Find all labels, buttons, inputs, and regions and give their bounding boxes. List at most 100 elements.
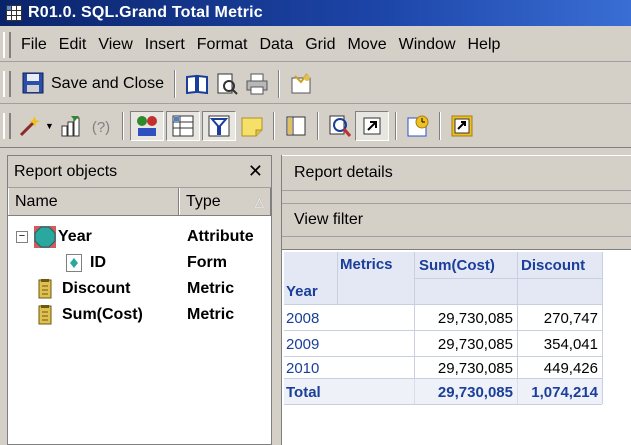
page-by-icon[interactable]: [284, 114, 308, 138]
panel-splitter[interactable]: [272, 155, 280, 445]
menu-data[interactable]: Data: [253, 36, 299, 54]
tree-item-label: Sum(Cost): [62, 306, 143, 323]
report-details-label: Report details: [294, 164, 393, 181]
report-objects-panel: Report objects ✕ Name Type △ − Year Attr…: [7, 155, 272, 445]
view-filter-toggle[interactable]: [201, 110, 236, 141]
cell-sum-cost: 29,730,085: [437, 309, 513, 327]
report-objects-icon: [171, 114, 195, 138]
metrics-header[interactable]: Metrics: [340, 254, 393, 274]
column-header-discount[interactable]: Discount: [521, 254, 585, 276]
column-header-sum-cost[interactable]: Sum(Cost): [419, 254, 495, 276]
menu-bar: File Edit View Insert Format Data Grid M…: [0, 28, 631, 62]
cell-discount: 449,426: [543, 359, 598, 377]
cell-sum-cost: 29,730,085: [437, 359, 513, 377]
tree-item-type: Form: [187, 254, 227, 271]
tree-item-label: Discount: [62, 280, 131, 297]
report-grid: Metrics Year Sum(Cost) Discount 2008 29,…: [282, 249, 631, 445]
row-label[interactable]: 2008: [286, 306, 319, 330]
name-column-header[interactable]: Name: [8, 188, 179, 215]
menu-edit[interactable]: Edit: [53, 36, 93, 54]
open-book-icon[interactable]: [185, 72, 209, 96]
save-and-close-button[interactable]: Save and Close: [15, 69, 168, 99]
schedule-icon[interactable]: [406, 114, 430, 138]
report-view-panel: Report details View filter Metrics Year …: [281, 155, 631, 445]
report-details-bar[interactable]: Report details: [282, 155, 631, 191]
report-objects-column-header: Name Type △: [8, 188, 271, 216]
toolbar-separator: [394, 111, 397, 140]
title-bar: R01.0. SQL.Grand Total Metric: [0, 0, 631, 26]
menu-window[interactable]: Window: [393, 36, 462, 54]
tree-item-sum-cost[interactable]: Sum(Cost) Metric: [38, 302, 271, 328]
row-header-year[interactable]: Year: [286, 280, 318, 302]
metric-icon: [38, 278, 58, 300]
grid-app-icon: [6, 5, 22, 21]
cell-sum-cost: 29,730,085: [437, 335, 513, 353]
view-toolbar: ▼ (?): [0, 104, 631, 148]
type-column-label: Type: [186, 192, 221, 210]
name-column-label: Name: [15, 192, 58, 210]
row-label[interactable]: 2010: [286, 357, 319, 379]
total-sum-cost: 29,730,085: [437, 383, 513, 401]
toolbar-grip[interactable]: [3, 70, 11, 97]
tree-item-type: Attribute: [187, 228, 254, 245]
close-icon[interactable]: ✕: [248, 161, 263, 182]
report-objects-header: Report objects ✕: [8, 156, 271, 188]
sort-ascending-icon: △: [254, 194, 264, 209]
tree-item-label: Year: [58, 228, 92, 245]
column-subheader-cell: [518, 279, 602, 304]
toolbar-separator: [316, 111, 319, 140]
tree-item-year[interactable]: − Year Attribute: [16, 224, 271, 250]
tree-item-type: Metric: [187, 306, 235, 323]
menu-help[interactable]: Help: [462, 36, 507, 54]
drill-icon[interactable]: [328, 114, 352, 138]
filter-funnel-icon: [207, 114, 231, 138]
standard-toolbar: Save and Close: [0, 64, 631, 104]
tree-item-discount[interactable]: Discount Metric: [38, 276, 271, 302]
type-column-header[interactable]: Type △: [179, 188, 271, 215]
window-title: R01.0. SQL.Grand Total Metric: [28, 4, 263, 21]
report-options-icon[interactable]: [289, 72, 313, 96]
dropdown-arrow-icon[interactable]: ▼: [45, 121, 54, 131]
menu-move[interactable]: Move: [341, 36, 392, 54]
toolbar-separator: [121, 111, 124, 140]
object-browser-toggle[interactable]: [129, 110, 164, 141]
thresholds-icon[interactable]: [59, 114, 83, 138]
menu-file[interactable]: File: [15, 36, 53, 54]
cell-discount: 354,041: [543, 335, 598, 353]
report-objects-toggle[interactable]: [165, 110, 200, 141]
print-preview-icon[interactable]: [215, 72, 239, 96]
report-objects-title: Report objects: [14, 162, 118, 180]
total-row-label[interactable]: Total: [286, 380, 321, 404]
toolbar-separator: [272, 111, 275, 140]
wand-icon[interactable]: [18, 114, 42, 138]
toolbar-separator: [277, 69, 280, 98]
toolbar-separator: [438, 111, 441, 140]
tree-item-label: ID: [90, 254, 106, 271]
view-filter-bar[interactable]: View filter: [282, 203, 631, 237]
shortcut-arrow-icon: [360, 114, 384, 138]
help-mode-icon[interactable]: (?): [89, 114, 113, 138]
tree-item-type: Metric: [187, 280, 235, 297]
row-label[interactable]: 2009: [286, 332, 319, 356]
svg-text:(?): (?): [92, 119, 110, 136]
tree-item-id[interactable]: ID Form: [66, 250, 271, 276]
floppy-disk-icon: [22, 72, 46, 96]
note-icon[interactable]: [240, 114, 264, 138]
printer-icon[interactable]: [245, 72, 269, 96]
export-icon[interactable]: [450, 114, 474, 138]
toolbar-grip[interactable]: [3, 112, 11, 139]
metric-icon: [38, 304, 58, 326]
toolbar-separator: [173, 69, 176, 98]
object-browser-icon: [135, 114, 159, 138]
collapse-toggle-icon[interactable]: −: [16, 231, 28, 243]
total-discount: 1,074,214: [531, 383, 598, 401]
shortcut-toggle[interactable]: [354, 110, 389, 141]
menu-format[interactable]: Format: [191, 36, 254, 54]
menu-insert[interactable]: Insert: [139, 36, 191, 54]
menu-grid[interactable]: Grid: [299, 36, 341, 54]
menu-view[interactable]: View: [92, 36, 138, 54]
form-icon: [66, 254, 82, 272]
save-and-close-label: Save and Close: [51, 74, 164, 92]
column-subheader-cell: [415, 279, 517, 304]
menubar-grip[interactable]: [3, 31, 11, 58]
